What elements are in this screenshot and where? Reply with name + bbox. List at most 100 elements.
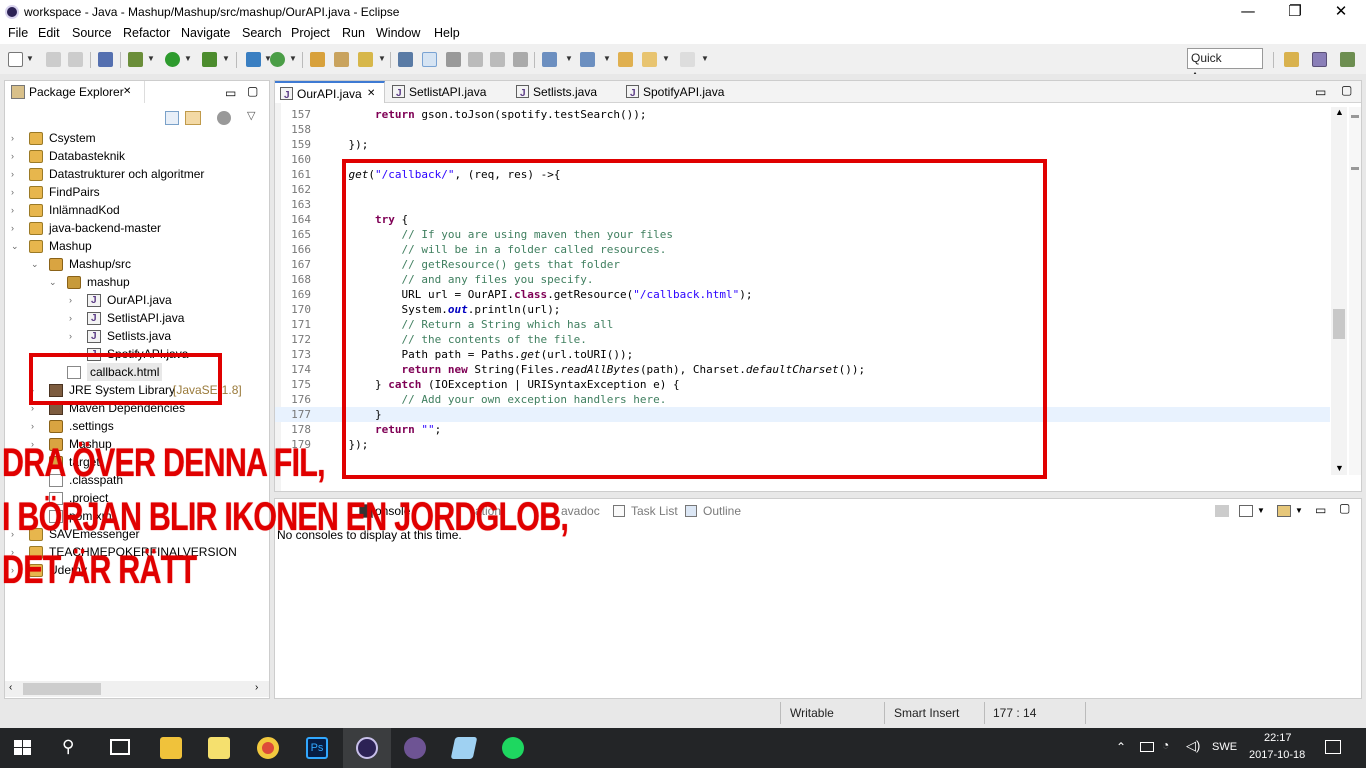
- menu-search[interactable]: Search: [242, 26, 282, 40]
- maximize-editor-icon[interactable]: ▢: [1341, 83, 1352, 97]
- tree-item-settings[interactable]: › .settings: [31, 417, 269, 435]
- notepad-icon[interactable]: [450, 737, 478, 759]
- maximize-button[interactable]: ❐: [1272, 0, 1318, 24]
- toggle-mark-occurrences-icon[interactable]: [422, 52, 437, 67]
- save-all-icon[interactable]: [68, 52, 83, 67]
- tree-item-java-backend-master[interactable]: › java-backend-master: [11, 219, 269, 237]
- menu-source[interactable]: Source: [72, 26, 112, 40]
- editor-vertical-scrollbar[interactable]: ▲ ▼: [1331, 107, 1347, 475]
- collapse-all-icon[interactable]: [165, 111, 179, 125]
- search-icon[interactable]: ⚲: [62, 737, 74, 757]
- tray-chevron-icon[interactable]: ⌃: [1116, 740, 1126, 754]
- minimize-view-icon[interactable]: ▭: [1315, 503, 1326, 517]
- sticky-notes-icon[interactable]: [208, 737, 230, 759]
- tree-item-mashup-src[interactable]: ⌄ Mashup/src: [31, 255, 269, 273]
- format-icon[interactable]: [513, 52, 528, 67]
- tree-item-inlamnadkod[interactable]: › InlämnadKod: [11, 201, 269, 219]
- horizontal-scrollbar[interactable]: ‹ ›: [5, 681, 269, 697]
- close-button[interactable]: ✕: [1318, 0, 1364, 24]
- forward-icon[interactable]: [680, 52, 695, 67]
- back-icon[interactable]: [642, 52, 657, 67]
- file-explorer-icon[interactable]: [160, 737, 182, 759]
- tree-item-setlistapi-java[interactable]: ›SetlistAPI.java: [69, 309, 269, 328]
- external-tools-icon[interactable]: [202, 52, 217, 67]
- tree-item-ourapi-java[interactable]: ›OurAPI.java: [69, 291, 269, 310]
- last-edit-location-icon[interactable]: [618, 52, 633, 67]
- next-annotation-icon[interactable]: [398, 52, 413, 67]
- clock-date[interactable]: 2017-10-18: [1249, 749, 1305, 761]
- language-indicator[interactable]: SWE: [1212, 741, 1237, 753]
- prev-edit-icon[interactable]: [580, 52, 595, 67]
- run-icon[interactable]: [165, 52, 180, 67]
- tree-item-datastrukturer[interactable]: › Datastrukturer och algoritmer: [11, 165, 269, 183]
- scrollbar-thumb[interactable]: [23, 683, 101, 695]
- menu-window[interactable]: Window: [376, 26, 420, 40]
- minimize-editor-icon[interactable]: ▭: [1315, 85, 1326, 99]
- pin-console-icon[interactable]: [1215, 505, 1229, 517]
- menu-edit[interactable]: Edit: [38, 26, 60, 40]
- windows-start-icon[interactable]: [14, 740, 32, 756]
- notifications-icon[interactable]: [1325, 740, 1341, 754]
- battery-icon[interactable]: [1140, 742, 1154, 752]
- scroll-up-icon[interactable]: ▲: [1335, 107, 1344, 117]
- java-perspective-icon[interactable]: [1312, 52, 1327, 67]
- close-icon[interactable]: ✕: [123, 81, 131, 103]
- link-with-editor-icon[interactable]: [185, 111, 201, 125]
- clock-time[interactable]: 22:17: [1264, 732, 1292, 744]
- github-desktop-icon[interactable]: [404, 737, 426, 759]
- code-line[interactable]: 158: [275, 122, 1331, 137]
- open-type-icon[interactable]: [310, 52, 325, 67]
- tree-item-databasteknik[interactable]: › Databasteknik: [11, 147, 269, 165]
- scroll-down-icon[interactable]: ▼: [1335, 463, 1344, 473]
- tab-setlists-java[interactable]: Setlists.java: [511, 81, 621, 105]
- open-perspective-icon[interactable]: [1284, 52, 1299, 67]
- scrollbar-thumb[interactable]: [1333, 309, 1345, 339]
- toggle-word-wrap-icon[interactable]: [446, 52, 461, 67]
- skip-breakpoints-icon[interactable]: [98, 52, 113, 67]
- debug-perspective-icon[interactable]: [1340, 52, 1355, 67]
- close-icon[interactable]: ✕: [367, 83, 375, 105]
- focus-task-icon[interactable]: [217, 111, 231, 125]
- tab-spotifyapi-java[interactable]: SpotifyAPI.java: [621, 81, 741, 105]
- tree-item-findpairs[interactable]: › FindPairs: [11, 183, 269, 201]
- overview-marker[interactable]: [1351, 115, 1359, 118]
- menu-help[interactable]: Help: [434, 26, 460, 40]
- menu-refactor[interactable]: Refactor: [123, 26, 170, 40]
- tree-item-setlists-java[interactable]: ›Setlists.java: [69, 327, 269, 346]
- menu-project[interactable]: Project: [291, 26, 330, 40]
- volume-icon[interactable]: ◁): [1186, 738, 1200, 754]
- tab-setlistapi-java[interactable]: SetlistAPI.java: [387, 81, 505, 105]
- minimize-view-icon[interactable]: ▭: [225, 86, 236, 100]
- eclipse-icon[interactable]: [356, 737, 378, 759]
- show-whitespace-icon[interactable]: [490, 52, 505, 67]
- new-class-icon[interactable]: [270, 52, 285, 67]
- chrome-icon[interactable]: [257, 737, 279, 759]
- view-menu-icon[interactable]: ▽: [247, 109, 255, 122]
- menu-run[interactable]: Run: [342, 26, 365, 40]
- spotify-icon[interactable]: [502, 737, 524, 759]
- quick-access-input[interactable]: Quick Access: [1187, 48, 1263, 84]
- menu-file[interactable]: File: [8, 26, 28, 40]
- minimize-button[interactable]: —: [1225, 0, 1271, 24]
- task-view-icon[interactable]: [110, 739, 130, 755]
- display-console-icon[interactable]: [1239, 505, 1253, 517]
- open-task-icon[interactable]: [334, 52, 349, 67]
- tree-item-csystem[interactable]: › Csystem: [11, 129, 269, 147]
- tab-package-explorer[interactable]: Package Explorer ✕: [5, 81, 145, 103]
- maximize-view-icon[interactable]: ▢: [247, 84, 258, 98]
- maximize-view-icon[interactable]: ▢: [1339, 501, 1350, 515]
- toggle-block-selection-icon[interactable]: [468, 52, 483, 67]
- photoshop-icon[interactable]: Ps: [306, 737, 328, 759]
- debug-icon[interactable]: [128, 52, 143, 67]
- new-java-project-icon[interactable]: [246, 52, 261, 67]
- tree-item-mashup[interactable]: ⌄ Mashup: [11, 237, 269, 255]
- tree-item-mashup-package[interactable]: ⌄ mashup: [49, 273, 269, 291]
- code-line[interactable]: 159 });: [275, 137, 1331, 152]
- menu-navigate[interactable]: Navigate: [181, 26, 230, 40]
- open-console-icon[interactable]: [1277, 505, 1291, 517]
- save-icon[interactable]: [46, 52, 61, 67]
- code-line[interactable]: 157 return gson.toJson(spotify.testSearc…: [275, 107, 1331, 122]
- overview-marker[interactable]: [1351, 167, 1359, 170]
- tab-ourapi-java[interactable]: OurAPI.java ✕: [275, 81, 385, 107]
- next-edit-icon[interactable]: [542, 52, 557, 67]
